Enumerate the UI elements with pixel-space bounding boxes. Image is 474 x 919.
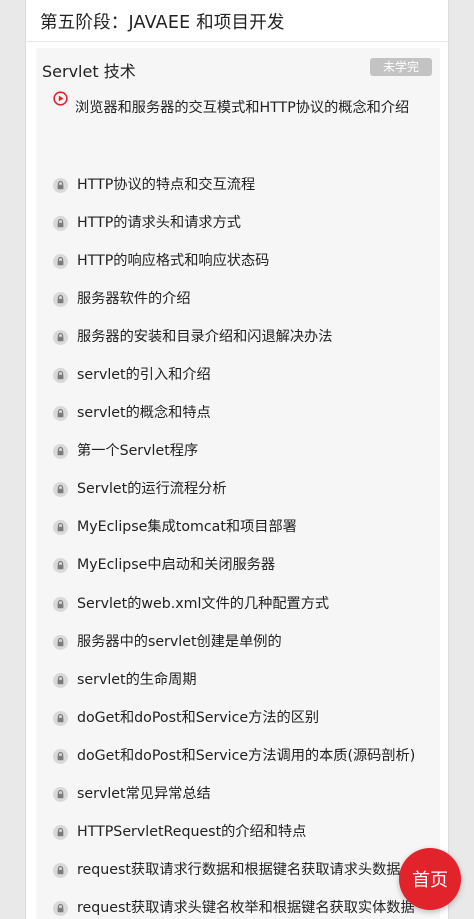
lesson-item[interactable]: 服务器软件的介绍 — [36, 280, 440, 318]
lesson-item[interactable]: servlet的引入和介绍 — [36, 356, 440, 394]
lesson-label: HTTPServletRequest的介绍和特点 — [77, 824, 307, 841]
lock-icon — [53, 672, 68, 688]
lesson-item[interactable]: Servlet的运行流程分析 — [36, 471, 440, 509]
lesson-list: 浏览器和服务器的交互模式和HTTP协议的概念和介绍 HTTP协议的特点和交互流程… — [36, 88, 440, 919]
home-button[interactable]: 首页 — [399, 848, 461, 910]
status-badge: 未学完 — [369, 58, 432, 76]
lesson-label: servlet常见异常总结 — [77, 786, 211, 803]
lesson-item[interactable]: doGet和doPost和Service方法调用的本质(源码剖析) — [36, 737, 440, 775]
lesson-label: request获取请求头键名枚举和根据键名获取实体数据 — [77, 900, 415, 917]
lock-icon — [53, 825, 68, 841]
lesson-label: servlet的引入和介绍 — [77, 367, 211, 384]
lesson-item[interactable]: request获取请求行数据和根据键名获取请求头数据 — [36, 852, 440, 890]
lock-icon — [53, 558, 68, 574]
lesson-label: servlet的概念和特点 — [77, 405, 211, 422]
lock-icon — [53, 406, 68, 422]
lesson-label: Servlet的web.xml文件的几种配置方式 — [77, 595, 330, 612]
lesson-item[interactable]: Servlet的web.xml文件的几种配置方式 — [36, 585, 440, 623]
lesson-item[interactable]: HTTP协议的特点和交互流程 — [36, 166, 440, 204]
lock-icon — [53, 710, 68, 726]
section-servlet: Servlet 技术 未学完 浏览器和服务器的交互模式和HTTP协议的概念和介绍… — [36, 48, 440, 919]
lock-icon — [53, 291, 68, 307]
play-icon — [53, 91, 68, 106]
lesson-label: MyEclipse中启动和关闭服务器 — [77, 557, 276, 574]
lesson-label: HTTP的响应格式和响应状态码 — [77, 252, 270, 269]
section-header[interactable]: Servlet 技术 未学完 — [36, 48, 440, 86]
divider — [26, 41, 448, 42]
lesson-label: MyEclipse集成tomcat和项目部署 — [77, 519, 297, 536]
lock-icon — [53, 901, 68, 917]
section-title: Servlet 技术 — [42, 62, 136, 81]
stage-title: 第五阶段：JAVAEE 和项目开发 — [40, 13, 285, 33]
lesson-label: 服务器中的servlet创建是单例的 — [77, 633, 282, 650]
lock-icon — [53, 253, 68, 269]
lock-icon — [53, 482, 68, 498]
lesson-item[interactable]: servlet的生命周期 — [36, 661, 440, 699]
course-card: 第五阶段：JAVAEE 和项目开发 Servlet 技术 未学完 浏览器和服务器… — [25, 0, 449, 919]
lesson-item[interactable]: HTTPServletRequest的介绍和特点 — [36, 814, 440, 852]
lesson-item[interactable]: 服务器的安装和目录介绍和闪退解决办法 — [36, 318, 440, 356]
lesson-label: 服务器软件的介绍 — [77, 290, 191, 307]
lock-icon — [53, 520, 68, 536]
lesson-item[interactable]: 第一个Servlet程序 — [36, 433, 440, 471]
lesson-label: Servlet的运行流程分析 — [77, 481, 227, 498]
lesson-label: HTTP的请求头和请求方式 — [77, 214, 241, 231]
lesson-item[interactable]: 浏览器和服务器的交互模式和HTTP协议的概念和介绍 — [36, 88, 440, 166]
lesson-label: 第一个Servlet程序 — [77, 443, 199, 460]
lock-icon — [53, 368, 68, 384]
lesson-item[interactable]: HTTP的请求头和请求方式 — [36, 204, 440, 242]
lock-icon — [53, 329, 68, 345]
lesson-label: request获取请求行数据和根据键名获取请求头数据 — [77, 862, 401, 879]
lock-icon — [53, 177, 68, 193]
lock-icon — [53, 787, 68, 803]
lesson-item[interactable]: servlet常见异常总结 — [36, 776, 440, 814]
lock-icon — [53, 444, 68, 460]
lesson-label: HTTP协议的特点和交互流程 — [77, 176, 256, 193]
lesson-label: doGet和doPost和Service方法的区别 — [77, 709, 320, 726]
lesson-item[interactable]: HTTP的响应格式和响应状态码 — [36, 242, 440, 280]
lesson-item[interactable]: 服务器中的servlet创建是单例的 — [36, 623, 440, 661]
lesson-item[interactable]: doGet和doPost和Service方法的区别 — [36, 699, 440, 737]
lesson-label: servlet的生命周期 — [77, 671, 197, 688]
lesson-label: 服务器的安装和目录介绍和闪退解决办法 — [77, 328, 333, 345]
lesson-item[interactable]: MyEclipse中启动和关闭服务器 — [36, 547, 440, 585]
lesson-label: 浏览器和服务器的交互模式和HTTP协议的概念和介绍 — [75, 100, 410, 116]
lesson-item[interactable]: servlet的概念和特点 — [36, 395, 440, 433]
lock-icon — [53, 596, 68, 612]
lesson-item[interactable]: MyEclipse集成tomcat和项目部署 — [36, 509, 440, 547]
lock-icon — [53, 215, 68, 231]
lock-icon — [53, 863, 68, 879]
lesson-label: doGet和doPost和Service方法调用的本质(源码剖析) — [77, 747, 416, 764]
lock-icon — [53, 634, 68, 650]
lesson-item[interactable]: request获取请求头键名枚举和根据键名获取实体数据 — [36, 890, 440, 919]
lock-icon — [53, 748, 68, 764]
